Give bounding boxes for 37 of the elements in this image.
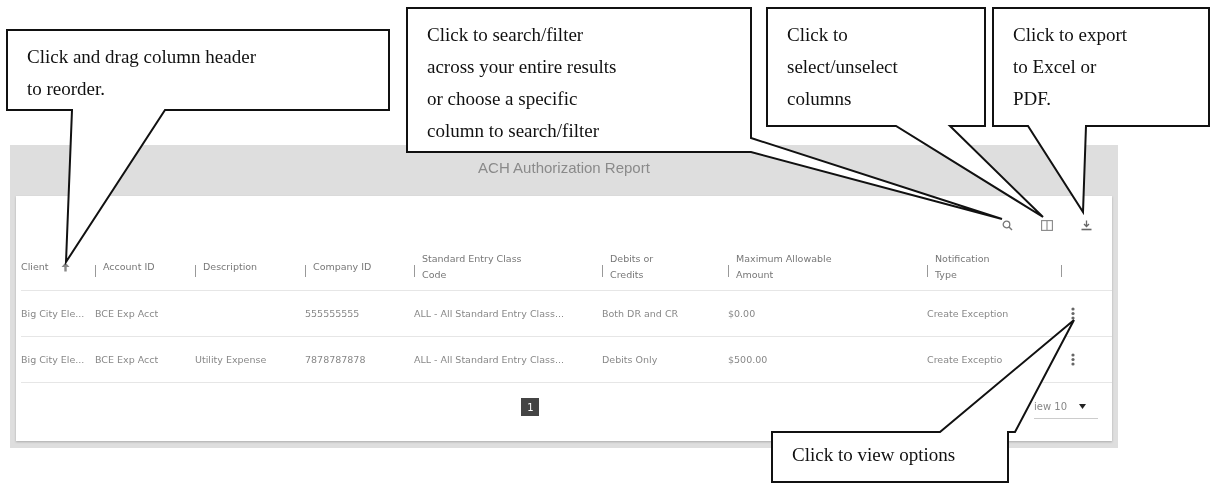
table-cell: BCE Exp Acct bbox=[95, 354, 159, 365]
column-header[interactable]: Maximum Allowable Amount bbox=[736, 251, 848, 283]
more-options-icon[interactable] bbox=[1071, 353, 1075, 366]
callout-text: Click to select/unselect columns bbox=[787, 23, 898, 111]
report-title: ACH Authorization Report bbox=[477, 159, 651, 178]
column-header[interactable]: Standard Entry Class Code bbox=[422, 251, 547, 283]
table-cell: Big City Ele... bbox=[21, 308, 85, 319]
table-cell: 555555555 bbox=[305, 308, 360, 319]
page-button[interactable]: 1 bbox=[521, 398, 540, 416]
caret-icon bbox=[1079, 404, 1086, 409]
sort-arrow-icon[interactable] bbox=[60, 262, 70, 272]
table-cell: $0.00 bbox=[728, 308, 756, 319]
search-icon[interactable] bbox=[1002, 220, 1013, 231]
callout-text: Click to view options bbox=[792, 443, 956, 467]
callout-text: Click to search/filter across your entire results or choose a specific column to search/filter bbox=[427, 23, 617, 143]
callout-text: Click and drag column header to reorder. bbox=[27, 45, 256, 101]
download-icon[interactable] bbox=[1081, 220, 1092, 231]
table-cell: ALL - All Standard Entry Class... bbox=[414, 308, 564, 319]
table-cell: Create Exceptio bbox=[927, 354, 1003, 365]
column-header[interactable]: Company ID bbox=[313, 259, 372, 275]
callout-text: Click to export to Excel or PDF. bbox=[1013, 23, 1127, 111]
table-cell: ALL - All Standard Entry Class... bbox=[414, 354, 564, 365]
table-cell: Both DR and CR bbox=[602, 308, 679, 319]
column-header[interactable]: Debits or Credits bbox=[610, 251, 674, 283]
more-options-icon[interactable] bbox=[1071, 307, 1075, 320]
table-cell: BCE Exp Acct bbox=[95, 308, 159, 319]
columns-icon[interactable] bbox=[1041, 220, 1053, 231]
table-cell: Create Exception bbox=[927, 308, 1009, 319]
table-cell: 7878787878 bbox=[305, 354, 366, 365]
column-header[interactable]: Description bbox=[203, 259, 258, 275]
column-header[interactable]: Notification Type bbox=[935, 251, 999, 283]
table-cell: Utility Expense bbox=[195, 354, 267, 365]
table-cell: $500.00 bbox=[728, 354, 768, 365]
table-cell: Debits Only bbox=[602, 354, 658, 365]
table-cell: Big City Ele... bbox=[21, 354, 85, 365]
column-header[interactable]: Account ID bbox=[103, 259, 155, 275]
column-header[interactable]: Client bbox=[21, 259, 49, 275]
